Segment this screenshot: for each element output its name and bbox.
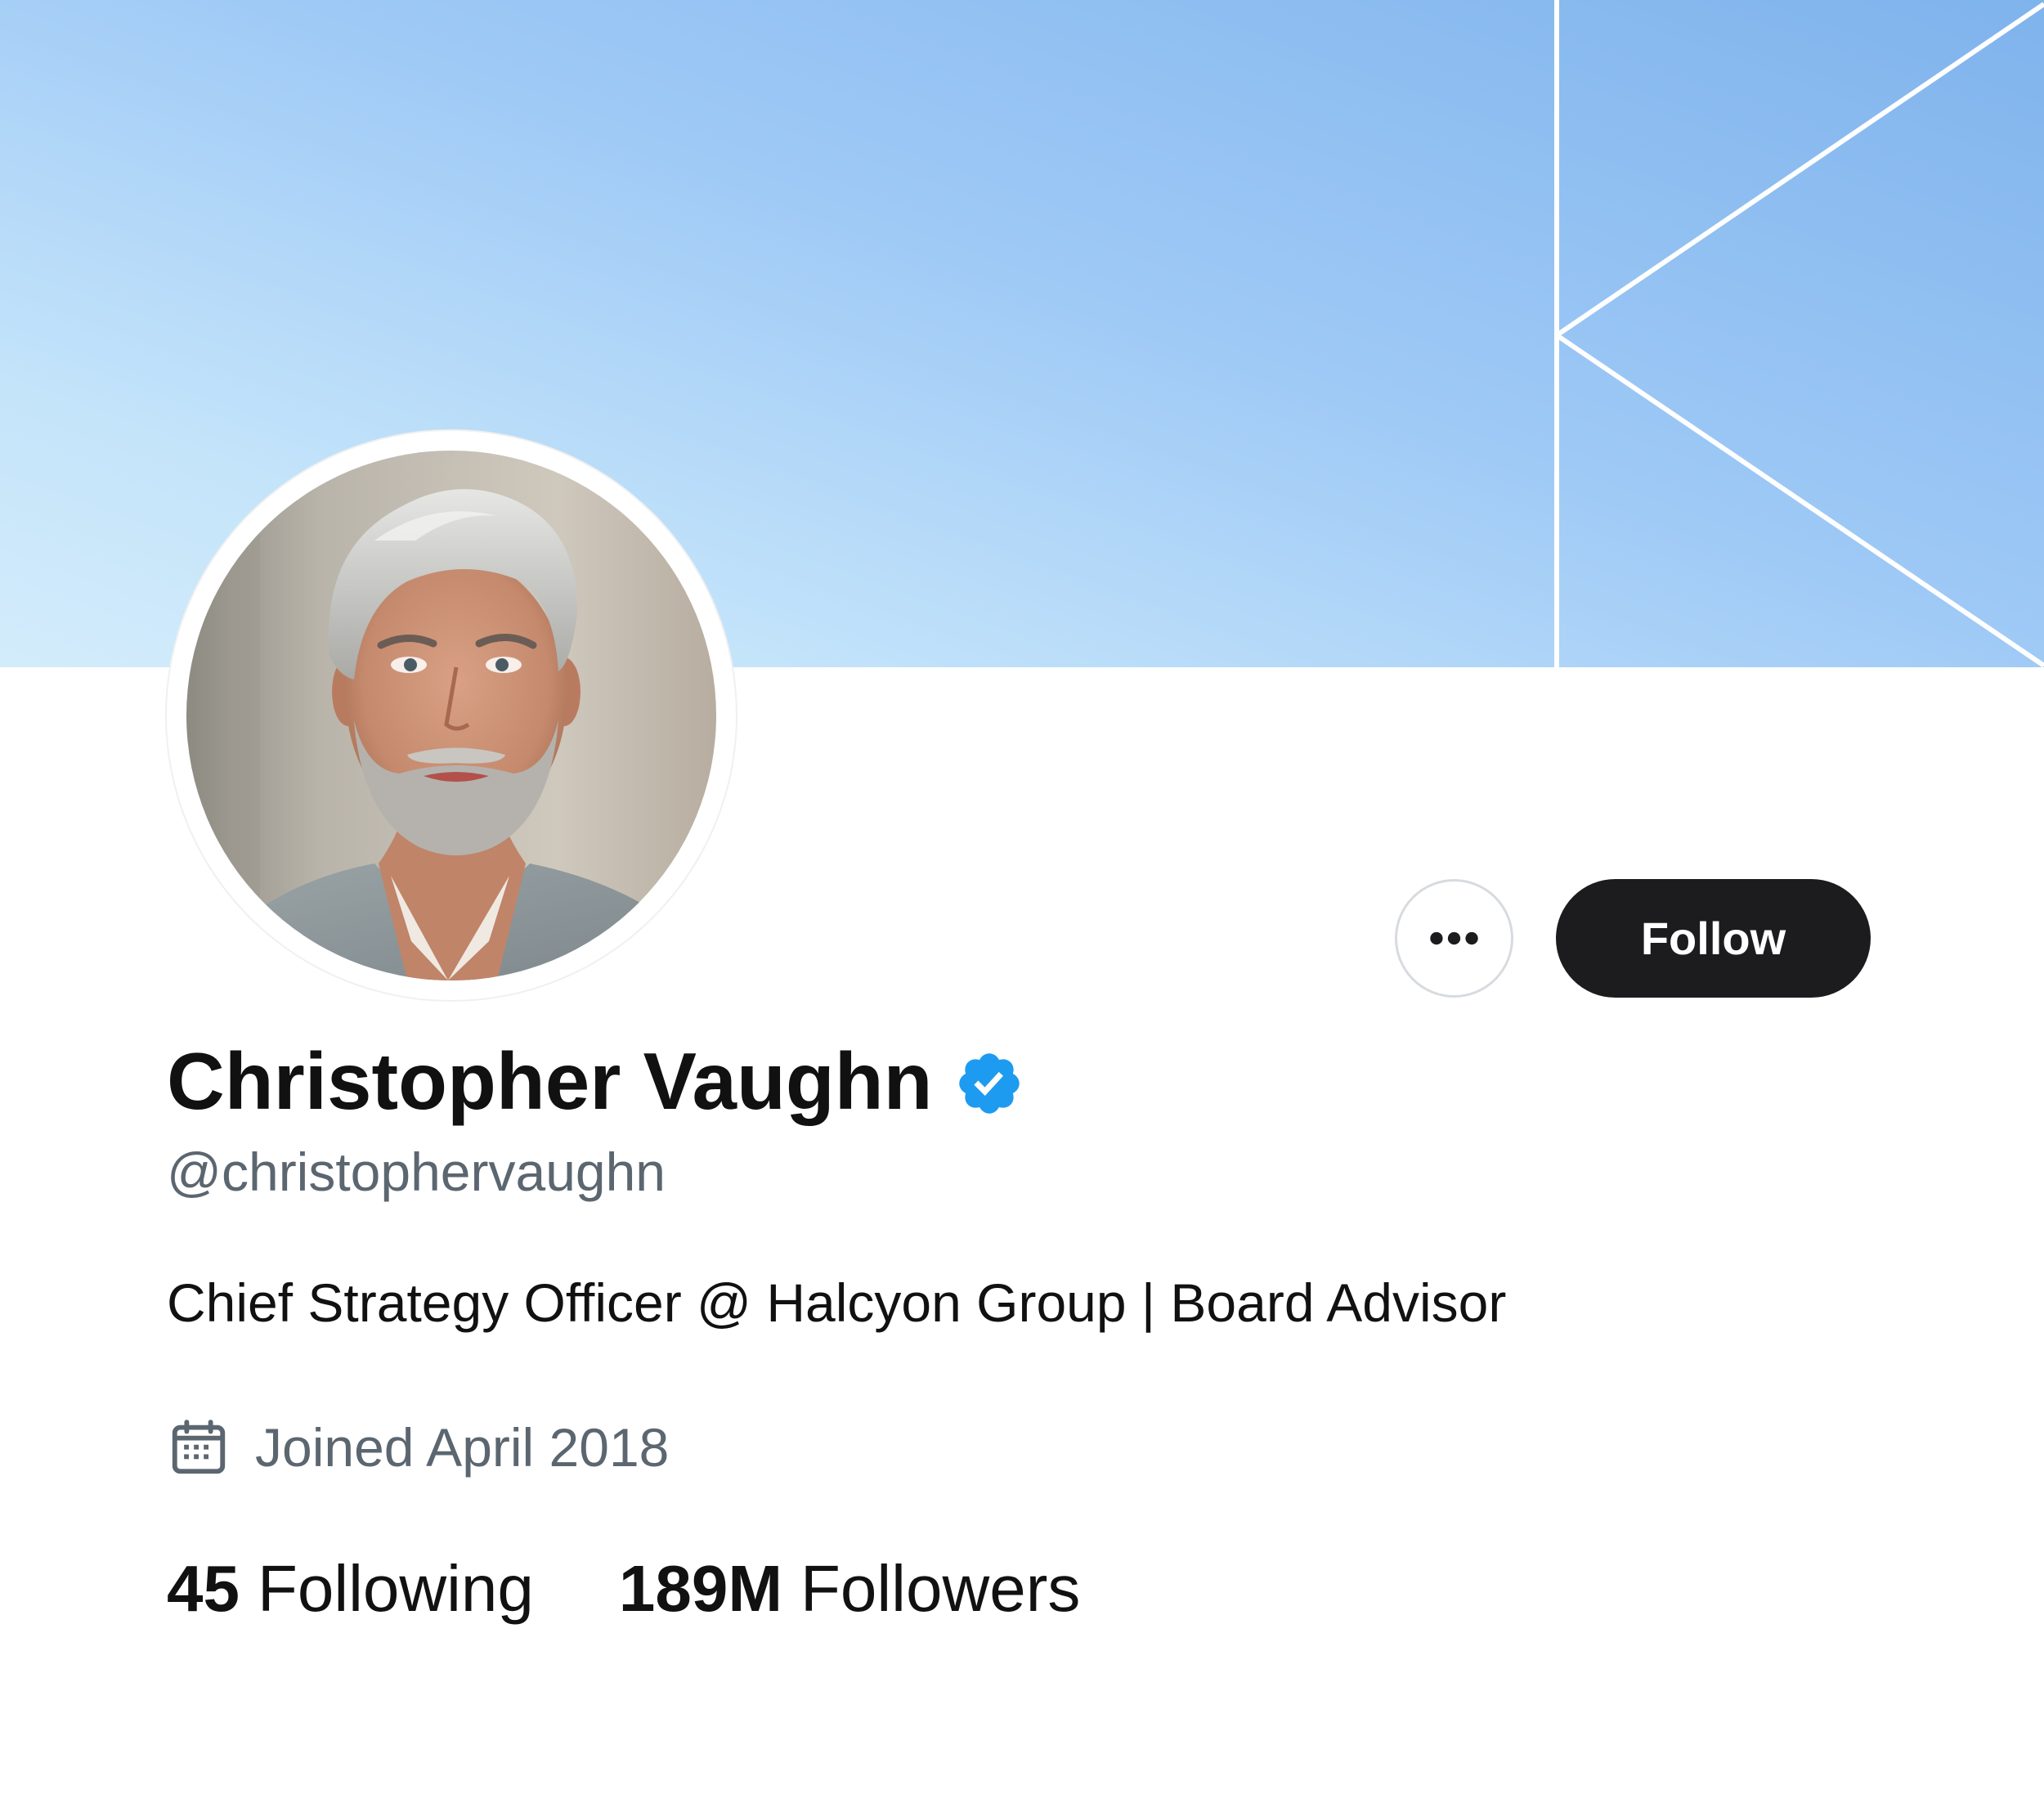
joined-date: Joined April 2018	[167, 1415, 669, 1480]
ellipsis-icon	[1430, 931, 1478, 945]
followers-label: Followers	[800, 1552, 1081, 1625]
display-name: Christopher Vaughn	[167, 1035, 933, 1126]
verified-badge-icon	[958, 1053, 1020, 1114]
profile-page: Follow Christopher Vaughn @christopherva…	[0, 0, 2044, 1808]
joined-label: Joined April 2018	[255, 1417, 670, 1478]
profile-bio: Chief Strategy Officer @ Halcyon Group |…	[167, 1272, 1507, 1333]
more-options-button[interactable]	[1395, 879, 1513, 998]
following-label: Following	[257, 1552, 534, 1625]
profile-name-row: Christopher Vaughn	[167, 1032, 1024, 1130]
profile-stats: 45 Following 189M Followers	[167, 1551, 1080, 1626]
profile-handle: @christophervaughn	[167, 1142, 666, 1202]
followers-count: 189M	[618, 1552, 783, 1625]
avatar-photo	[186, 451, 716, 980]
following-count: 45	[167, 1552, 240, 1625]
calendar-icon	[172, 1420, 226, 1474]
avatar[interactable]	[186, 451, 716, 980]
followers-stat[interactable]: 189M Followers	[619, 1551, 1080, 1626]
following-stat[interactable]: 45 Following	[167, 1551, 534, 1626]
follow-button[interactable]: Follow	[1556, 879, 1871, 998]
